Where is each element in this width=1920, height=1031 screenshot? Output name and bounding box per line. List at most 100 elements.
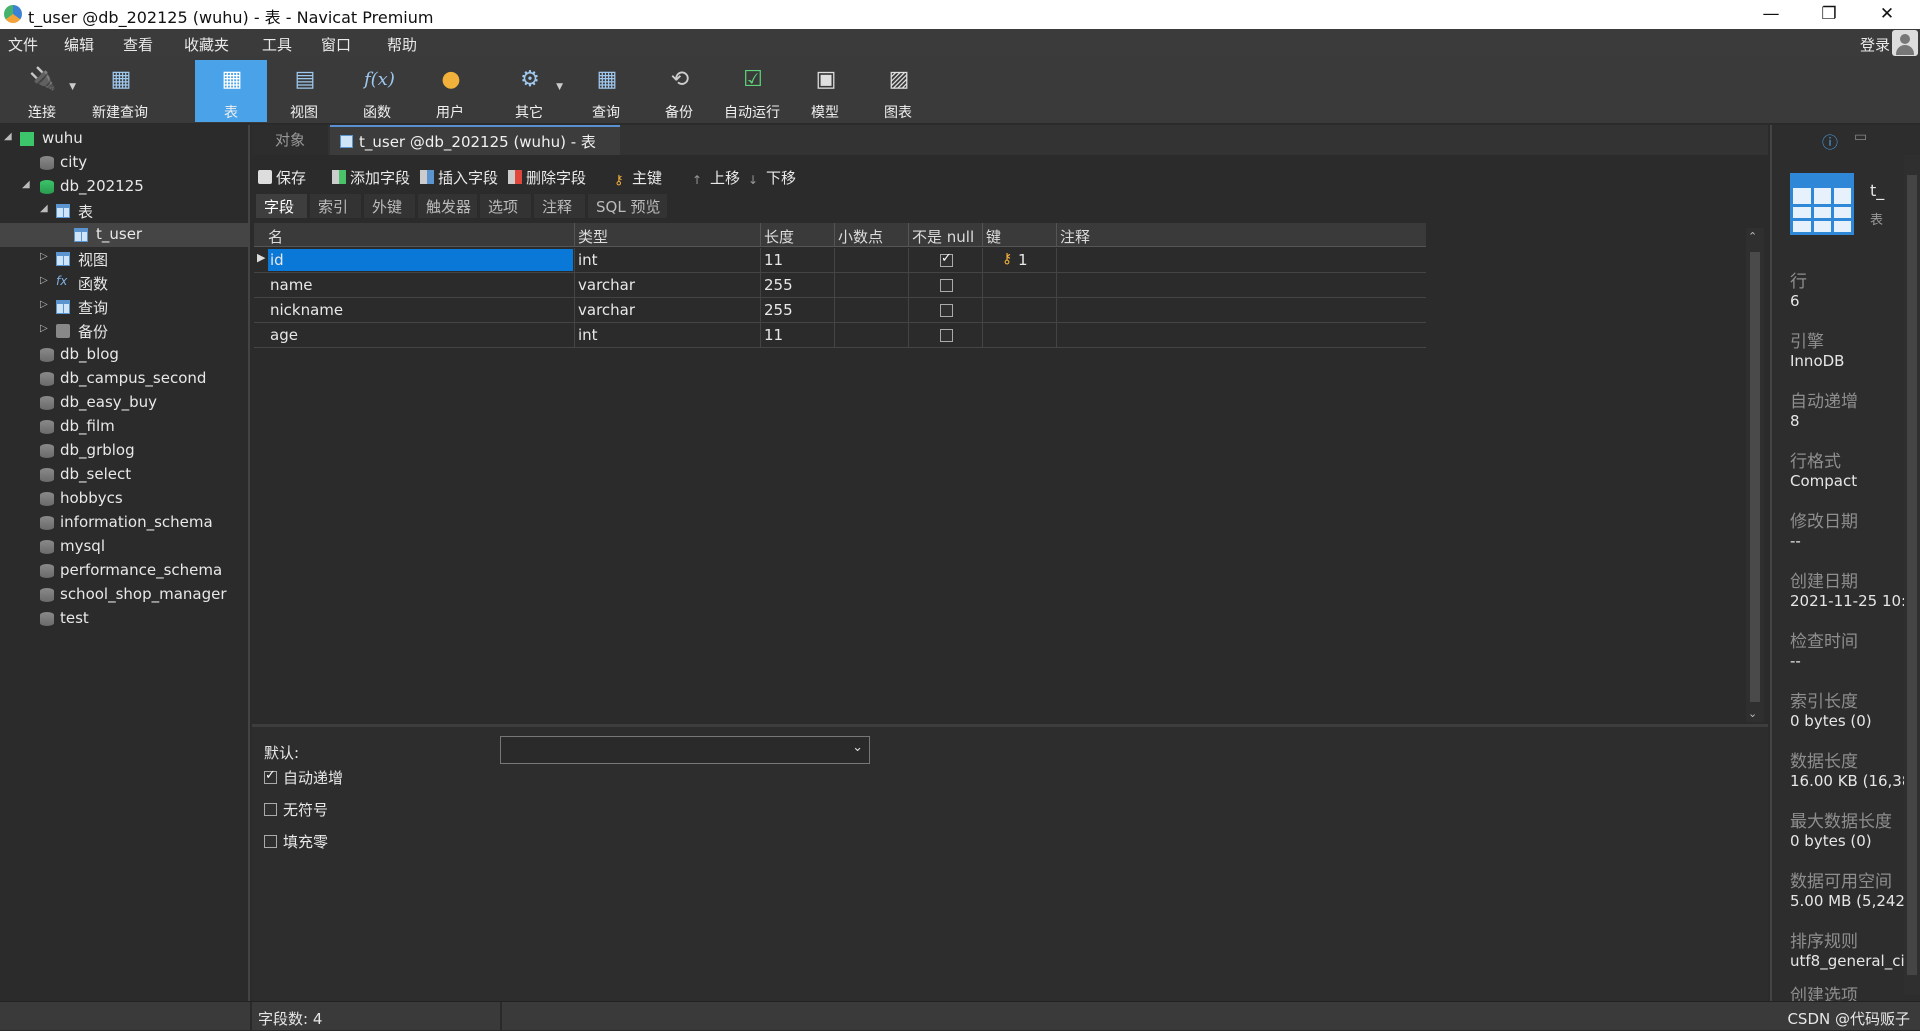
field-length[interactable]: 255 — [764, 276, 793, 294]
expand-arrow-icon[interactable]: ▷ — [40, 323, 48, 334]
column-divider[interactable] — [574, 223, 575, 247]
save-button[interactable]: 保存 — [258, 167, 306, 188]
menu-edit[interactable]: 编辑 — [64, 34, 94, 55]
field-name[interactable]: nickname — [270, 301, 343, 319]
grid-vertical-scrollbar[interactable]: ⌃ ⌄ — [1746, 228, 1764, 722]
tree-db-item[interactable]: db_campus_second — [0, 367, 250, 391]
unsigned-checkbox[interactable] — [264, 803, 277, 816]
tree-db-item[interactable]: db_blog — [0, 343, 250, 367]
scrollbar-thumb[interactable] — [1907, 175, 1917, 975]
info-scrollbar[interactable] — [1904, 155, 1920, 995]
tree-functions-group[interactable]: ▷ fx 函数 — [0, 271, 250, 295]
field-name[interactable]: age — [270, 326, 298, 344]
not-null-checkbox[interactable] — [940, 251, 953, 267]
subtab-sql-preview[interactable]: SQL 预览 — [588, 194, 668, 218]
menu-help[interactable]: 帮助 — [387, 34, 417, 55]
column-divider[interactable] — [908, 223, 909, 247]
toolbar-connect-button[interactable]: 🔌 ▼ 连接 — [6, 60, 78, 122]
toolbar-backup-button[interactable]: ⟲ 备份 — [643, 60, 715, 122]
toolbar-other-button[interactable]: ⚙ ▼ 其它 — [493, 60, 565, 122]
subtab-indexes[interactable]: 索引 — [310, 194, 362, 218]
tree-db-item[interactable]: school_shop_manager — [0, 583, 250, 607]
field-name-cell-selected[interactable] — [268, 249, 573, 271]
column-divider[interactable] — [760, 223, 761, 247]
expand-arrow-icon[interactable]: ▷ — [40, 299, 48, 310]
menu-window[interactable]: 窗口 — [321, 34, 351, 55]
field-type[interactable]: int — [578, 326, 598, 344]
menu-favorites[interactable]: 收藏夹 — [184, 34, 229, 55]
avatar-icon[interactable] — [1892, 30, 1918, 56]
subtab-foreign-keys[interactable]: 外键 — [364, 194, 416, 218]
table-row[interactable]: nickname varchar 255 — [254, 298, 1426, 323]
field-length[interactable]: 11 — [764, 251, 783, 269]
toolbar-new-query-button[interactable]: ▦ 新建查询 — [84, 60, 156, 122]
tree-db-open[interactable]: ◢ db_202125 — [0, 175, 250, 199]
toolbar-model-button[interactable]: ▣ 模型 — [789, 60, 861, 122]
minimize-button[interactable]: — — [1748, 2, 1794, 26]
column-divider[interactable] — [834, 223, 835, 247]
scroll-down-icon[interactable]: ⌄ — [1748, 707, 1757, 720]
primary-key-button[interactable]: ⚷ 主键 — [614, 167, 662, 188]
unsigned-label[interactable]: 无符号 — [283, 799, 328, 820]
field-type[interactable]: varchar — [578, 276, 635, 294]
toolbar-chart-button[interactable]: ▨ 图表 — [862, 60, 934, 122]
not-null-checkbox[interactable] — [940, 304, 953, 317]
toolbar-query-button[interactable]: ▦ 查询 — [570, 60, 642, 122]
scrollbar-thumb[interactable] — [1750, 252, 1760, 702]
header-key[interactable]: 键 — [986, 226, 1001, 247]
move-up-button[interactable]: ↑ 上移 — [692, 167, 740, 188]
field-name[interactable]: id — [270, 251, 284, 269]
tree-table-selected[interactable]: t_user — [0, 223, 250, 247]
not-null-checkbox[interactable] — [940, 329, 953, 342]
collapse-arrow-icon[interactable]: ◢ — [22, 179, 30, 190]
field-type[interactable]: varchar — [578, 301, 635, 319]
delete-field-button[interactable]: 删除字段 — [508, 167, 586, 188]
maximize-button[interactable]: ❐ — [1806, 2, 1852, 26]
field-length[interactable]: 11 — [764, 326, 783, 344]
column-divider[interactable] — [982, 223, 983, 247]
header-type[interactable]: 类型 — [578, 226, 608, 247]
subtab-options[interactable]: 选项 — [480, 194, 532, 218]
toolbar-automation-button[interactable]: ☑ 自动运行 — [716, 60, 788, 122]
login-link[interactable]: 登录 — [1860, 34, 1890, 55]
tree-queries-group[interactable]: ▷ 查询 — [0, 295, 250, 319]
tree-tables-group[interactable]: ◢ 表 — [0, 199, 250, 223]
column-divider[interactable] — [1056, 223, 1057, 247]
tree-views-group[interactable]: ▷ 视图 — [0, 247, 250, 271]
move-down-button[interactable]: ↓ 下移 — [748, 167, 796, 188]
tree-db-item[interactable]: test — [0, 607, 250, 631]
header-length[interactable]: 长度 — [764, 226, 794, 247]
table-row[interactable]: ▶ id int 11 ⚷ 1 — [254, 248, 1426, 273]
tree-db-item[interactable]: db_film — [0, 415, 250, 439]
subtab-triggers[interactable]: 触发器 — [418, 194, 478, 218]
field-name[interactable]: name — [270, 276, 313, 294]
tree-connection-wuhu[interactable]: ◢ wuhu — [0, 127, 250, 151]
toolbar-view-button[interactable]: ▤ 视图 — [268, 60, 340, 122]
toolbar-function-button[interactable]: f(x) 函数 — [341, 60, 413, 122]
auto-increment-checkbox[interactable] — [264, 768, 277, 784]
close-button[interactable]: ✕ — [1864, 2, 1910, 26]
toolbar-user-button[interactable]: ● 用户 — [414, 60, 486, 122]
subtab-fields[interactable]: 字段 — [256, 194, 308, 218]
header-name[interactable]: 名 — [268, 226, 283, 247]
menu-file[interactable]: 文件 — [8, 34, 38, 55]
table-row[interactable]: age int 11 — [254, 323, 1426, 348]
field-length[interactable]: 255 — [764, 301, 793, 319]
tree-db-item[interactable]: performance_schema — [0, 559, 250, 583]
expand-arrow-icon[interactable]: ▷ — [40, 275, 48, 286]
zerofill-checkbox[interactable] — [264, 835, 277, 848]
table-row[interactable]: name varchar 255 — [254, 273, 1426, 298]
header-not-null[interactable]: 不是 null — [912, 226, 974, 247]
scroll-up-icon[interactable]: ⌃ — [1748, 230, 1757, 243]
collapse-arrow-icon[interactable]: ◢ — [4, 131, 12, 142]
tree-db-item[interactable]: hobbycs — [0, 487, 250, 511]
tree-db-item[interactable]: db_select — [0, 463, 250, 487]
auto-increment-label[interactable]: 自动递增 — [283, 767, 343, 788]
subtab-comment[interactable]: 注释 — [534, 194, 586, 218]
zerofill-label[interactable]: 填充零 — [283, 831, 328, 852]
default-value-select[interactable]: ⌄ — [500, 736, 870, 764]
field-key[interactable]: 1 — [1018, 251, 1028, 269]
tree-db-item[interactable]: mysql — [0, 535, 250, 559]
tree-db-item[interactable]: db_easy_buy — [0, 391, 250, 415]
tab-table-design[interactable]: t_user @db_202125 (wuhu) - 表 — [330, 125, 620, 155]
